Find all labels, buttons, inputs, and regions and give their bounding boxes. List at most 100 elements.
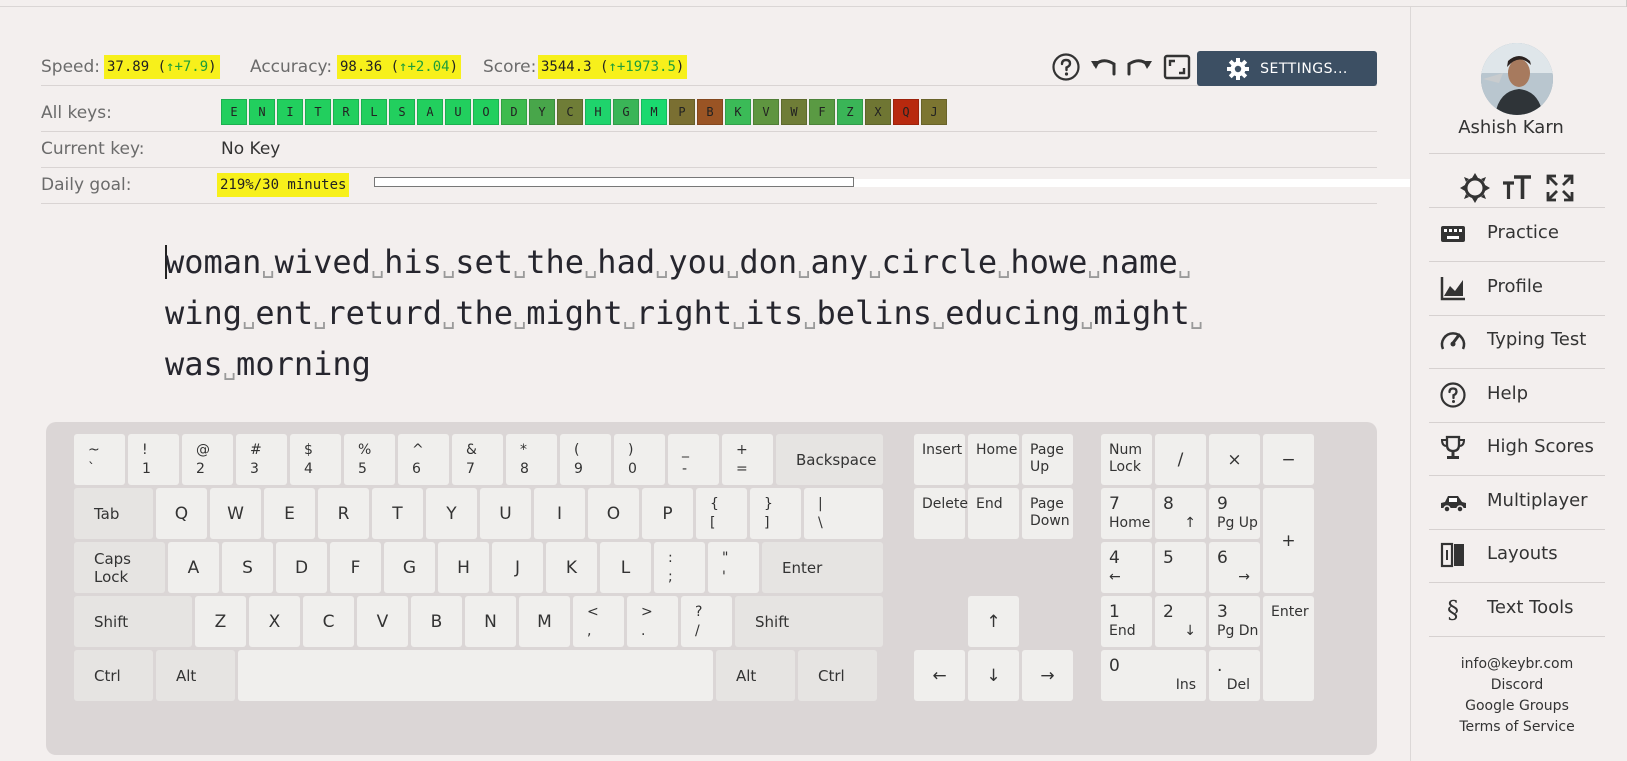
numpad-key[interactable]: 4 ← <box>1101 542 1152 593</box>
sidebar-item-layouts[interactable]: Layouts <box>1429 528 1605 582</box>
keyboard-key[interactable]: | \ <box>804 488 883 539</box>
keyboard-key[interactable]: Caps Lock <box>74 542 165 593</box>
footer-link[interactable]: info@keybr.com <box>1411 656 1623 672</box>
keyboard-key[interactable]: Shift <box>74 596 192 647</box>
arrow-right-key[interactable]: → <box>1022 650 1073 701</box>
numpad-key[interactable]: / <box>1155 434 1206 485</box>
footer-link[interactable]: Terms of Service <box>1411 719 1623 735</box>
key-stat-item[interactable]: F <box>809 99 835 125</box>
key-stat-item[interactable]: T <box>305 99 331 125</box>
keyboard-key[interactable]: * 8 <box>506 434 557 485</box>
nav-key[interactable]: Page Down <box>1022 488 1073 539</box>
arrow-down-key[interactable]: ↓ <box>968 650 1019 701</box>
arrow-left-key[interactable]: ← <box>914 650 965 701</box>
keyboard-key[interactable]: Alt <box>156 650 235 701</box>
key-stat-item[interactable]: Y <box>529 99 555 125</box>
keyboard-key[interactable]: ~ ` <box>74 434 125 485</box>
sidebar-item-profile[interactable]: Profile <box>1429 261 1605 315</box>
nav-key[interactable]: Home <box>968 434 1019 485</box>
key-stat-item[interactable]: A <box>417 99 443 125</box>
numpad-key[interactable]: − <box>1263 434 1314 485</box>
keyboard-key[interactable]: ) 0 <box>614 434 665 485</box>
nav-key[interactable]: Delete <box>914 488 968 539</box>
keyboard-key[interactable]: L <box>600 542 651 593</box>
keyboard-key[interactable]: Z <box>195 596 246 647</box>
nav-key[interactable]: Insert <box>914 434 965 485</box>
key-stat-item[interactable]: B <box>697 99 723 125</box>
key-stat-item[interactable]: R <box>333 99 359 125</box>
key-stat-item[interactable]: W <box>781 99 807 125</box>
key-stat-item[interactable]: M <box>641 99 667 125</box>
keyboard-key[interactable]: Shift <box>735 596 883 647</box>
key-stat-item[interactable]: J <box>921 99 947 125</box>
arrow-up-key[interactable]: ↑ <box>968 596 1019 647</box>
keyboard-key[interactable]: (9 <box>560 434 611 485</box>
font-size-icon[interactable] <box>1502 174 1532 202</box>
key-stat-item[interactable]: D <box>501 99 527 125</box>
sidebar-item-practice[interactable]: Practice <box>1429 207 1605 261</box>
numpad-key[interactable]: . Del <box>1209 650 1260 701</box>
keyboard-key[interactable]: X <box>249 596 300 647</box>
keyboard-key[interactable]: + = <box>722 434 773 485</box>
keyboard-key[interactable]: E <box>264 488 315 539</box>
keyboard-key[interactable]: <, <box>573 596 624 647</box>
numpad-key[interactable]: × <box>1209 434 1260 485</box>
numpad-key[interactable]: 9 Pg Up <box>1209 488 1260 539</box>
keyboard-key[interactable]: C <box>303 596 354 647</box>
numpad-key[interactable]: Enter <box>1263 596 1314 701</box>
key-stat-item[interactable]: N <box>249 99 275 125</box>
keyboard-key[interactable]: ? / <box>681 596 732 647</box>
numpad-key[interactable]: 1 End <box>1101 596 1152 647</box>
keyboard-key[interactable]: Ctrl <box>798 650 877 701</box>
key-stat-item[interactable]: C <box>557 99 583 125</box>
key-stat-item[interactable]: Z <box>837 99 863 125</box>
keyboard-key[interactable]: Y <box>426 488 477 539</box>
keyboard-key[interactable]: Ctrl <box>74 650 153 701</box>
keyboard-key[interactable]: Alt <box>716 650 795 701</box>
key-stat-item[interactable]: X <box>865 99 891 125</box>
keyboard-key[interactable]: >. <box>627 596 678 647</box>
keyboard-key[interactable]: {[ <box>696 488 747 539</box>
keyboard-key[interactable]: V <box>357 596 408 647</box>
keyboard-key[interactable]: H <box>438 542 489 593</box>
footer-link[interactable]: Google Groups <box>1411 698 1623 714</box>
key-stat-item[interactable]: P <box>669 99 695 125</box>
numpad-key[interactable]: 3 Pg Dn <box>1209 596 1260 647</box>
nav-key[interactable]: End <box>968 488 1019 539</box>
key-stat-item[interactable]: G <box>613 99 639 125</box>
sidebar-item-multiplayer[interactable]: Multiplayer <box>1429 475 1605 529</box>
redo-icon[interactable] <box>1125 52 1155 82</box>
expand-icon[interactable] <box>1545 173 1575 203</box>
keyboard-key[interactable]: G <box>384 542 435 593</box>
numpad-key[interactable]: 8 ↑ <box>1155 488 1206 539</box>
key-stat-item[interactable]: K <box>725 99 751 125</box>
numpad-key[interactable]: 5 <box>1155 542 1206 593</box>
keyboard-key[interactable]: T <box>372 488 423 539</box>
keyboard-key[interactable]: & 7 <box>452 434 503 485</box>
keyboard-key[interactable]: N <box>465 596 516 647</box>
key-stat-item[interactable]: H <box>585 99 611 125</box>
keyboard-key[interactable]: % 5 <box>344 434 395 485</box>
avatar[interactable] <box>1481 43 1553 115</box>
spacebar-key[interactable] <box>238 650 713 701</box>
numpad-key[interactable]: + <box>1263 488 1314 593</box>
numpad-key[interactable]: 6 → <box>1209 542 1260 593</box>
keyboard-key[interactable]: $4 <box>290 434 341 485</box>
keyboard-key[interactable]: ^ 6 <box>398 434 449 485</box>
key-stat-item[interactable]: O <box>473 99 499 125</box>
numpad-key[interactable]: 0 Ins <box>1101 650 1206 701</box>
sidebar-item-help[interactable]: Help <box>1429 368 1605 422</box>
keyboard-key[interactable]: B <box>411 596 462 647</box>
keyboard-key[interactable]: Backspace <box>776 434 883 485</box>
key-stat-item[interactable]: U <box>445 99 471 125</box>
settings-button[interactable]: SETTINGS... <box>1197 51 1377 86</box>
keyboard-key[interactable]: Enter <box>762 542 883 593</box>
keyboard-key[interactable]: J <box>492 542 543 593</box>
keyboard-key[interactable]: }] <box>750 488 801 539</box>
undo-icon[interactable] <box>1088 52 1118 82</box>
keyboard-key[interactable]: D <box>276 542 327 593</box>
key-stat-item[interactable]: E <box>221 99 247 125</box>
footer-link[interactable]: Discord <box>1411 677 1623 693</box>
keyboard-key[interactable]: A <box>168 542 219 593</box>
nav-key[interactable]: Page Up <box>1022 434 1073 485</box>
